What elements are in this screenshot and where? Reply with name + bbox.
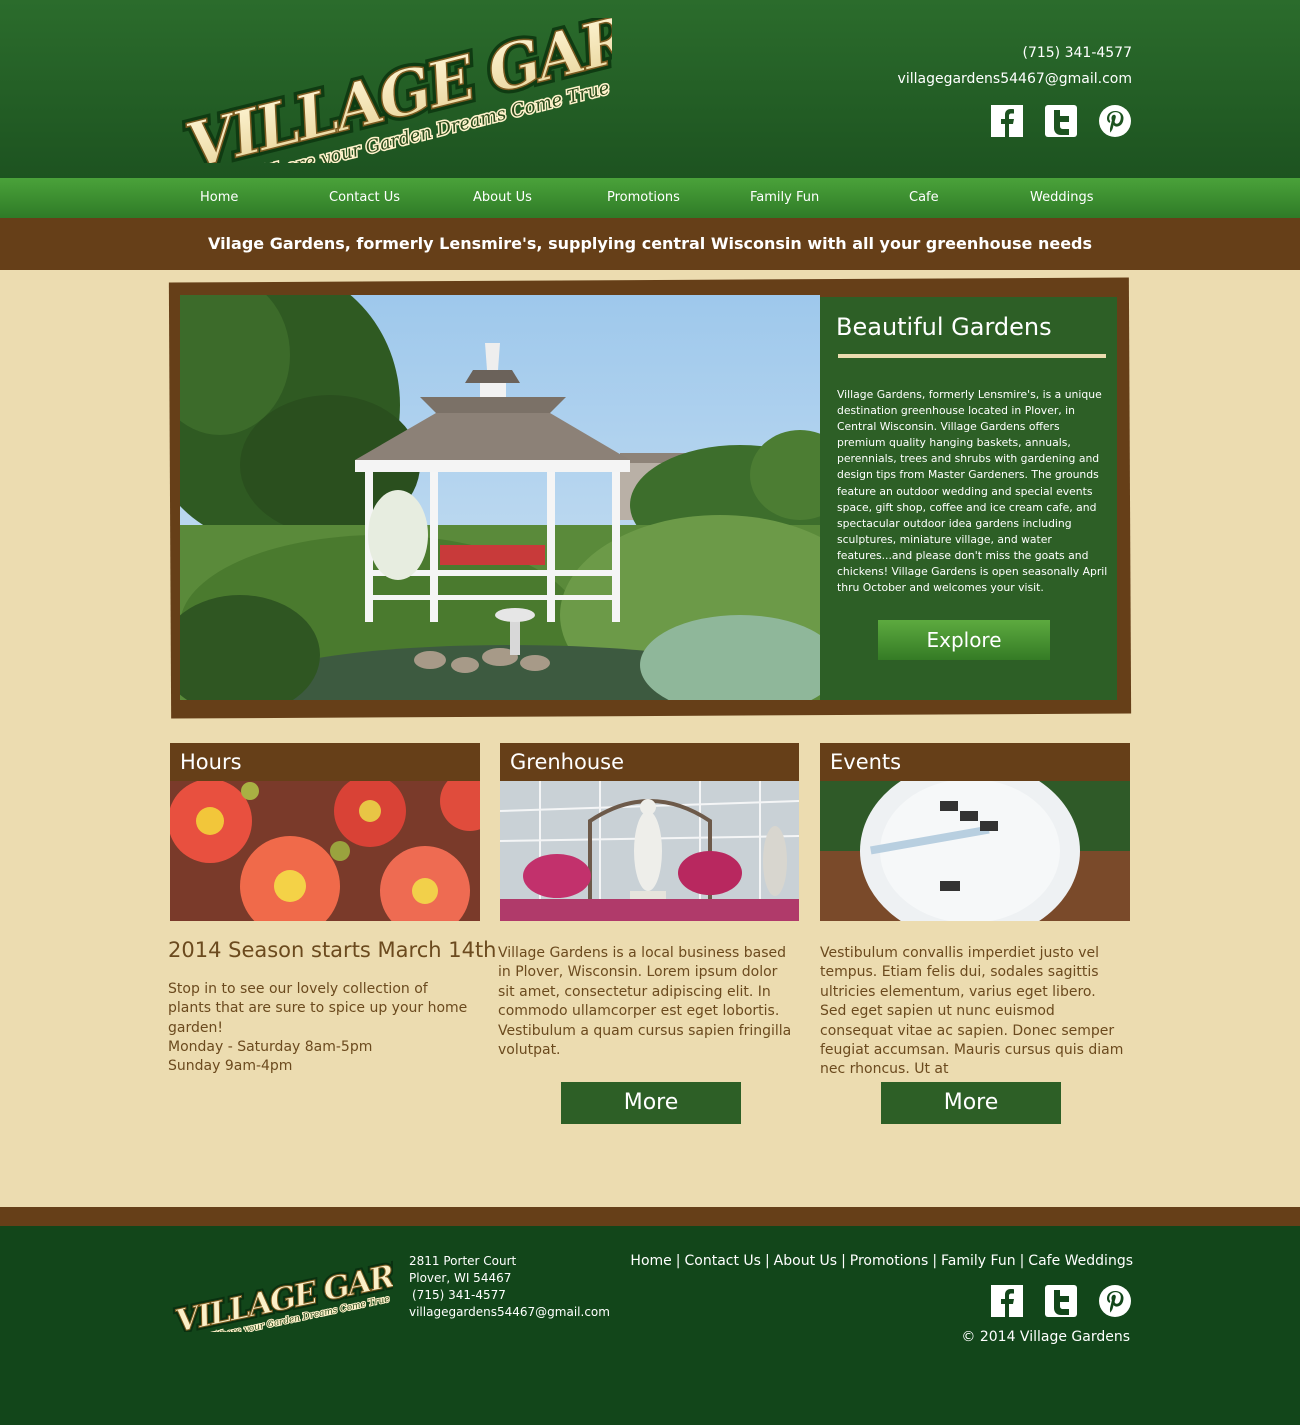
pinterest-icon[interactable] — [1098, 1284, 1132, 1318]
twitter-icon[interactable] — [1044, 1284, 1078, 1318]
main-nav: Home Contact Us About Us Promotions Fami… — [0, 178, 1300, 218]
hours-weekday: Monday - Saturday 8am-5pm — [168, 1039, 373, 1055]
header-social-links — [990, 104, 1132, 138]
header-email[interactable]: villagegardens54467@gmail.com — [898, 71, 1132, 87]
footer-social-links — [990, 1284, 1132, 1318]
footer-logo[interactable]: VILLAGE GARDENS VILLAGE GARDENS Where yo… — [168, 1252, 393, 1332]
hero-title: Beautiful Gardens — [836, 313, 1052, 341]
events-more-button[interactable]: More — [881, 1082, 1061, 1124]
hero-info-panel: Beautiful Gardens Village Gardens, forme… — [820, 297, 1117, 700]
hours-heading: Hours — [170, 743, 480, 781]
pinterest-icon[interactable] — [1098, 104, 1132, 138]
events-heading: Events — [820, 743, 1130, 781]
footer-link-home[interactable]: Home — [630, 1253, 671, 1269]
nav-weddings[interactable]: Weddings — [1030, 190, 1093, 205]
footer-link-cafe-weddings[interactable]: Cafe Weddings — [1028, 1253, 1133, 1269]
site-footer: VILLAGE GARDENS VILLAGE GARDENS Where yo… — [0, 1226, 1300, 1425]
footer-separator: | — [675, 1253, 681, 1269]
footer-link-contact-us[interactable]: Contact Us — [684, 1253, 760, 1269]
hero-gazebo-image — [180, 295, 820, 700]
footer-link-family-fun[interactable]: Family Fun — [941, 1253, 1016, 1269]
hours-flowers-image — [170, 781, 480, 921]
footer-link-about-us[interactable]: About Us — [774, 1253, 837, 1269]
copyright-text: © 2014 Village Gardens — [961, 1329, 1130, 1345]
footer-divider-band — [0, 1207, 1300, 1226]
footer-separator: | — [841, 1253, 846, 1269]
events-text: Vestibulum convallis imperdiet justo vel… — [820, 945, 1124, 1078]
hero-description: Village Gardens, formerly Lensmire's, is… — [837, 388, 1108, 595]
footer-separator: | — [764, 1253, 770, 1269]
header-phone[interactable]: (715) 341-4577 — [1023, 45, 1133, 61]
footer-address: 2811 Porter Court Plover, WI 54467 (715)… — [409, 1253, 610, 1321]
footer-separator: | — [932, 1253, 938, 1269]
explore-button[interactable]: Explore — [878, 620, 1050, 660]
footer-street: 2811 Porter Court — [409, 1254, 517, 1268]
nav-home[interactable]: Home — [200, 190, 238, 205]
site-header: VILLAGE GARDENS VILLAGE GARDENS Where yo… — [0, 0, 1300, 178]
hours-intro-text: Stop in to see our lovely collection of … — [168, 981, 468, 1036]
greenhouse-text: Village Gardens is a local business base… — [498, 945, 792, 1059]
nav-contact-us[interactable]: Contact Us — [329, 190, 400, 205]
footer-email[interactable]: villagegardens54467@gmail.com — [409, 1304, 610, 1321]
greenhouse-more-button[interactable]: More — [561, 1082, 741, 1124]
hours-sunday: Sunday 9am-4pm — [168, 1058, 293, 1074]
greenhouse-heading: Grenhouse — [500, 743, 799, 781]
footer-phone[interactable]: (715) 341-4577 — [409, 1287, 610, 1304]
footer-link-promotions[interactable]: Promotions — [850, 1253, 929, 1269]
facebook-icon[interactable] — [990, 104, 1024, 138]
nav-about-us[interactable]: About Us — [473, 190, 532, 205]
events-plate-image — [820, 781, 1130, 921]
nav-family-fun[interactable]: Family Fun — [750, 190, 819, 205]
greenhouse-statues-image — [500, 781, 799, 921]
facebook-icon[interactable] — [990, 1284, 1024, 1318]
nav-cafe[interactable]: Cafe — [909, 190, 939, 205]
village-gardens-logo[interactable]: VILLAGE GARDENS VILLAGE GARDENS Where yo… — [172, 18, 612, 163]
tagline-banner: Vilage Gardens, formerly Lensmire's, sup… — [0, 218, 1300, 270]
season-start-heading: 2014 Season starts March 14th — [168, 938, 497, 962]
hero-divider — [838, 354, 1106, 358]
nav-promotions[interactable]: Promotions — [607, 190, 680, 205]
footer-city: Plover, WI 54467 — [409, 1271, 512, 1285]
footer-links: Home | Contact Us | About Us | Promotion… — [630, 1253, 1133, 1269]
footer-separator: | — [1019, 1253, 1025, 1269]
twitter-icon[interactable] — [1044, 104, 1078, 138]
